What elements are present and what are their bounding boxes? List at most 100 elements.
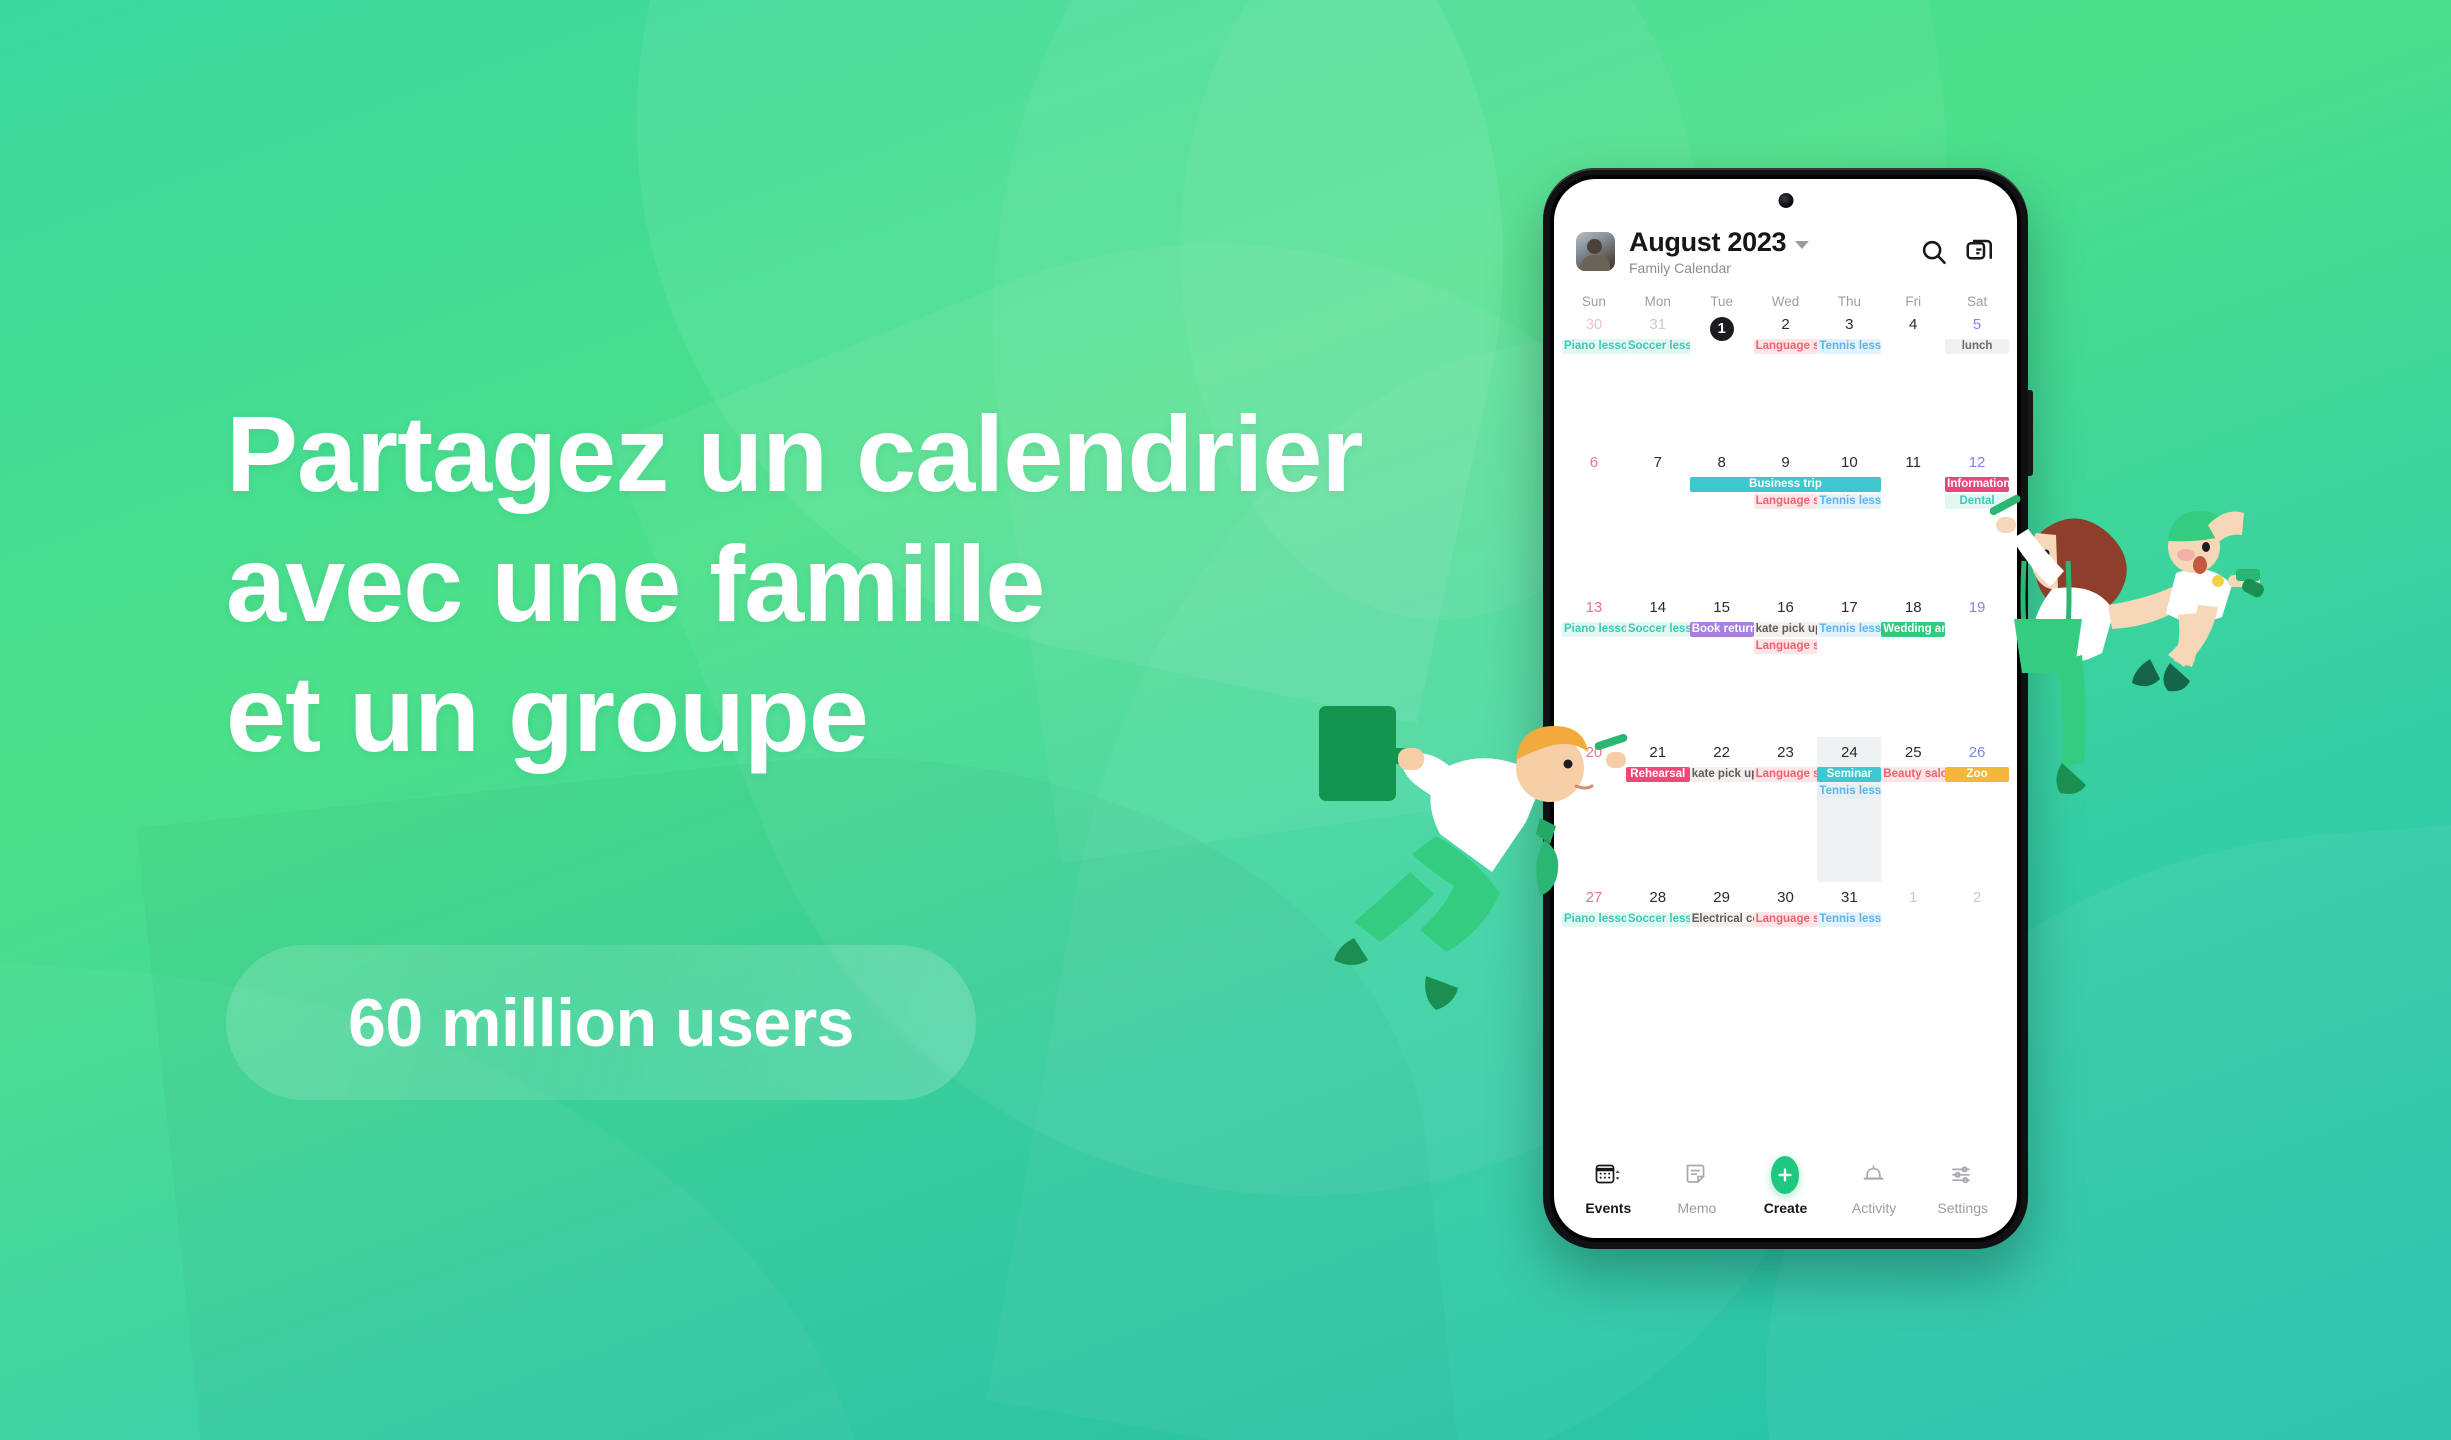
calendar-event-chip[interactable]: Rehearsal	[1625, 767, 1690, 782]
calendar-event-chip[interactable]: Language s	[1753, 767, 1818, 782]
day-cell-25[interactable]: 25	[1881, 737, 1945, 882]
avatar[interactable]	[1576, 232, 1615, 271]
stacked-cards-icon[interactable]	[1965, 237, 1995, 267]
day-cell-31[interactable]: 31	[1817, 882, 1881, 992]
plus-circle-icon[interactable]	[1771, 1156, 1800, 1194]
day-cell-7[interactable]: 7	[1626, 447, 1690, 592]
day-cell-1[interactable]: 1	[1881, 882, 1945, 992]
calendar-event-chip[interactable]: Soccer less	[1625, 912, 1690, 927]
day-cell-30[interactable]: 30	[1754, 882, 1818, 992]
calendar-event-chip[interactable]: Beauty salo	[1881, 767, 1946, 782]
day-number: 19	[1968, 599, 1986, 616]
calendar-event-chip[interactable]: Language s	[1753, 639, 1818, 654]
nav-item-activity[interactable]: Activity	[1830, 1161, 1919, 1216]
day-cell-26[interactable]: 26	[1945, 737, 2009, 882]
day-cell-8[interactable]: 8	[1690, 447, 1754, 592]
day-cell-30[interactable]: 30	[1562, 309, 1626, 447]
chevron-down-icon[interactable]	[1795, 240, 1810, 249]
day-number: 13	[1585, 599, 1603, 616]
calendar-event-chip[interactable]: Piano lesso	[1562, 622, 1626, 637]
day-number-wrap: 24	[1817, 744, 1881, 762]
calendar-event-chip[interactable]: Tennis less	[1817, 494, 1882, 509]
day-number-wrap: 9	[1754, 454, 1818, 472]
nav-item-settings[interactable]: Settings	[1918, 1161, 2007, 1216]
day-cell-3[interactable]: 3	[1817, 309, 1881, 447]
calendar-event-chip[interactable]: Language s	[1753, 912, 1818, 927]
day-cell-13[interactable]: 13	[1562, 592, 1626, 737]
nav-item-create[interactable]: Create	[1741, 1156, 1830, 1216]
day-number: 30	[1777, 889, 1794, 906]
calendar-event-chip[interactable]: Electrical co	[1689, 912, 1754, 927]
nav-item-memo[interactable]: Memo	[1653, 1161, 1742, 1216]
day-cell-5[interactable]: 5	[1945, 309, 2009, 447]
nav-item-events[interactable]: Events	[1564, 1161, 1653, 1216]
day-cell-16[interactable]: 16	[1754, 592, 1818, 737]
plus-circle-icon[interactable]	[1771, 1156, 1800, 1194]
day-cell-21[interactable]: 21	[1626, 737, 1690, 882]
day-number-wrap: 27	[1562, 889, 1626, 907]
day-cell-14[interactable]: 14	[1626, 592, 1690, 737]
calendar-event-chip[interactable]: Dental	[1945, 494, 2009, 509]
day-number-wrap: 10	[1817, 454, 1881, 472]
day-cell-2[interactable]: 2	[1754, 309, 1818, 447]
calendar-event-chip[interactable]: kate pick up	[1689, 767, 1754, 782]
calendar-event-chip[interactable]: Business trip	[1689, 477, 1882, 492]
calendar-event-chip[interactable]: Wedding an	[1881, 622, 1946, 637]
day-cell-31[interactable]: 31	[1626, 309, 1690, 447]
day-number-wrap: 3	[1817, 316, 1881, 334]
sliders-icon[interactable]	[1949, 1161, 1977, 1189]
nav-label: Create	[1763, 1200, 1808, 1216]
calendar-event-chip[interactable]: Language s	[1753, 339, 1818, 354]
phone-mockup: August 2023 Family Calendar Sun Mon Tue Wed…	[1543, 168, 2033, 1249]
day-cell-9[interactable]: 9	[1754, 447, 1818, 592]
calendar-event-chip[interactable]: Language s	[1753, 494, 1818, 509]
day-cell-24[interactable]: 24	[1817, 737, 1882, 882]
month-selector[interactable]: August 2023	[1629, 227, 1903, 258]
day-cell-28[interactable]: 28	[1626, 882, 1690, 992]
calendar-event-chip[interactable]: kate pick up	[1753, 622, 1818, 637]
calendar-event-chip[interactable]: Tennis less	[1817, 784, 1882, 799]
day-cell-15[interactable]: 15	[1690, 592, 1754, 737]
calendar-icon[interactable]	[1594, 1161, 1622, 1189]
day-cell-2[interactable]: 2	[1945, 882, 2009, 992]
calendar-event-chip[interactable]: Tennis less	[1817, 622, 1882, 637]
weekday-header: Sun Mon Tue Wed Thu Fri Sat	[1554, 276, 2017, 309]
day-number-wrap: 18	[1881, 599, 1945, 617]
calendar-event-chip[interactable]: Soccer less	[1625, 339, 1690, 354]
day-cell-6[interactable]: 6	[1562, 447, 1626, 592]
day-cell-27[interactable]: 27	[1562, 882, 1626, 992]
day-number: 26	[1968, 744, 1986, 761]
day-cell-12[interactable]: 12	[1945, 447, 2009, 592]
day-cell-1[interactable]: 1	[1690, 309, 1754, 447]
day-cell-23[interactable]: 23	[1754, 737, 1818, 882]
calendar-event-chip[interactable]: Piano lesso	[1562, 912, 1626, 927]
calendar-event-chip[interactable]: Tennis less	[1817, 912, 1882, 927]
day-cell-17[interactable]: 17	[1817, 592, 1881, 737]
day-cell-10[interactable]: 10	[1817, 447, 1881, 592]
day-cell-4[interactable]: 4	[1881, 309, 1945, 447]
bell-icon[interactable]	[1860, 1161, 1888, 1189]
calendar-event-chip[interactable]: Zoo	[1945, 767, 2009, 782]
day-cell-19[interactable]: 19	[1945, 592, 2009, 737]
calendar-event-chip[interactable]: Book return	[1689, 622, 1754, 637]
phone-screen: August 2023 Family Calendar Sun Mon Tue Wed…	[1554, 179, 2017, 1238]
calendar-event-chip[interactable]: Information	[1945, 477, 2009, 492]
day-number: 31	[1649, 316, 1667, 333]
day-number-wrap: 31	[1626, 316, 1690, 334]
day-cell-22[interactable]: 22	[1690, 737, 1754, 882]
day-cell-11[interactable]: 11	[1881, 447, 1945, 592]
calendar-event-chip[interactable]: Soccer less	[1625, 622, 1690, 637]
day-cell-20[interactable]: 20	[1562, 737, 1626, 882]
calendar-event-chip[interactable]: lunch	[1945, 339, 2009, 354]
day-number: 30	[1585, 316, 1603, 333]
calendar-event-chip[interactable]: Tennis less	[1817, 339, 1882, 354]
calendar-event-chip[interactable]: Piano lesso	[1562, 339, 1626, 354]
day-cell-18[interactable]: 18	[1881, 592, 1945, 737]
day-number: 10	[1841, 454, 1858, 471]
headline-line-2: avec une famille	[226, 523, 1045, 644]
day-cell-29[interactable]: 29	[1690, 882, 1754, 992]
note-icon[interactable]	[1683, 1161, 1711, 1189]
day-number-wrap: 30	[1562, 316, 1626, 334]
calendar-event-chip[interactable]: Seminar	[1817, 767, 1882, 782]
search-icon[interactable]	[1919, 237, 1949, 267]
